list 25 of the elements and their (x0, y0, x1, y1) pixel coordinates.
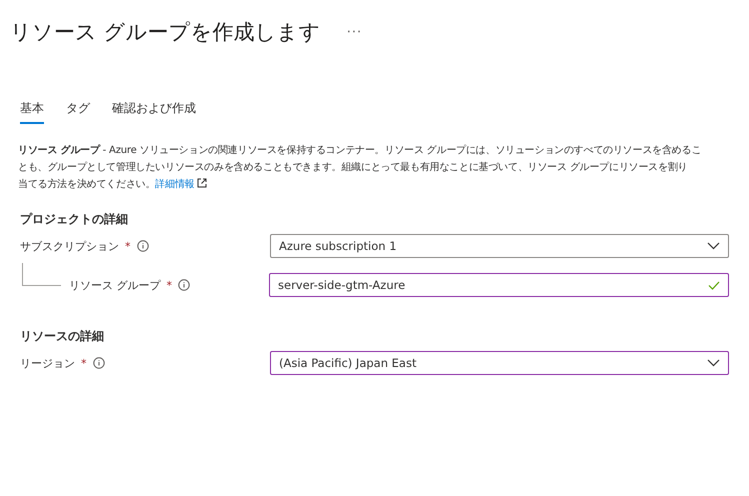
text-field[interactable]: server-side-gtm-Azure (269, 273, 729, 297)
learn-more-link[interactable]: 詳細情報 (155, 179, 194, 190)
external-link-icon (197, 178, 208, 188)
dropdown[interactable]: (Asia Pacific) Japan East (270, 351, 729, 375)
page-title: リソース グループを作成します (10, 19, 321, 46)
info-icon[interactable] (136, 240, 148, 252)
description-text: リソース グループ - Azure ソリューションの関連リソースを保持するコンテナー。リソース グループには、ソリューションのすべてのリソースを含めるこ とも、グループとして管理したいリソースのみを含めることもできます。組織にとって最も有用なことに基づいて、リソース グループにリソースを割り 当てる方法を決めてください。詳細情報 (18, 143, 702, 192)
section-heading: プロジェクトの詳細 (20, 211, 129, 228)
chevron-down-icon (707, 242, 720, 250)
tab[interactable]: タグ (66, 94, 90, 124)
field-label: リソース グループ (69, 278, 160, 292)
required-mark: * (81, 356, 86, 370)
tab[interactable]: 確認および作成 (112, 94, 196, 124)
tab[interactable]: 基本 (20, 94, 44, 124)
info-icon[interactable] (92, 357, 104, 369)
required-mark: * (125, 240, 130, 252)
more-button[interactable]: ··· (346, 24, 362, 40)
info-icon[interactable] (178, 279, 190, 291)
dropdown[interactable]: Azure subscription 1 (270, 234, 729, 258)
field-label: リージョン (20, 356, 75, 370)
section-heading: リソースの詳細 (20, 328, 105, 345)
field-label: サブスクリプション (20, 238, 119, 254)
tree-connector-line (22, 262, 61, 286)
required-mark: * (166, 278, 172, 292)
chevron-down-icon (707, 359, 720, 367)
